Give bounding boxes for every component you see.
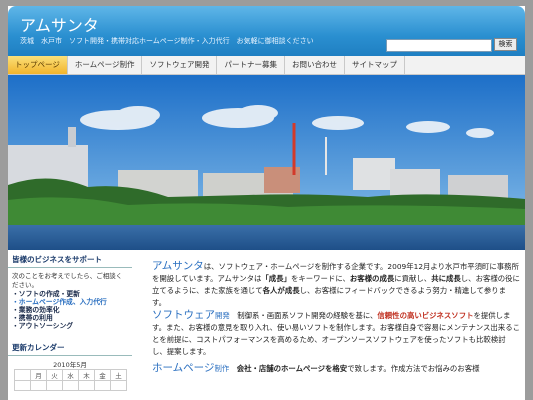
calendar-cell — [14, 380, 31, 391]
calendar-weekday: 金 — [94, 369, 111, 381]
search-input[interactable] — [386, 39, 492, 52]
nav-item-partner[interactable]: パートナー募集 — [217, 56, 285, 74]
nav-item-contact[interactable]: お問い合わせ — [285, 56, 345, 74]
calendar-table: 月 火 水 木 金 土 — [14, 369, 127, 391]
sidebar-service-item: ・業務の効率化 — [12, 306, 60, 314]
calendar-cell — [78, 380, 95, 391]
nav-item-sitemap[interactable]: サイトマップ — [345, 56, 405, 74]
sidebar-service-item: ・携帯の利用 — [12, 314, 53, 322]
calendar-cell — [110, 380, 127, 391]
nav-item-homepage[interactable]: ホームページ制作 — [68, 56, 143, 74]
site-tagline: 茨城 水戸市 ソフト開発・携帯対応ホームページ制作・入力代行 お気軽に御相談くだ… — [20, 37, 314, 45]
sidebar-intro: 次のことをお考えでしたら、ご相談ください。 — [12, 272, 123, 289]
nav-item-top[interactable]: トップページ — [8, 56, 68, 74]
calendar-cell — [30, 380, 47, 391]
main-content: アムサンタは、ソフトウェア・ホームページを制作する企業です。2009年12月より… — [152, 260, 520, 400]
sidebar-service-item: ・アウトソーシング — [12, 322, 74, 330]
calendar-cell — [94, 380, 111, 391]
site-header: アムサンタ 茨城 水戸市 ソフト開発・携帯対応ホームページ制作・入力代行 お気軽… — [8, 6, 525, 56]
homepage-heading[interactable]: ホームページ — [152, 362, 214, 374]
software-heading[interactable]: ソフトウェア — [152, 309, 215, 321]
calendar-month: 2010年5月 — [53, 361, 87, 369]
calendar-weekday: 水 — [62, 369, 79, 381]
intro-paragraph: アムサンタは、ソフトウェア・ホームページを制作する企業です。2009年12月より… — [152, 260, 520, 307]
homepage-paragraph: ホームページ制作 会社・店舗のホームページを格安で致します。作成方法でお悩みのお… — [152, 362, 480, 374]
sidebar-service-list: ・ソフトの作成・更新 ・ホームページ作成、入力代行 ・業務の効率化 ・携帯の利用… — [8, 290, 132, 330]
calendar-weekday: 月 — [30, 369, 47, 381]
nav-item-software[interactable]: ソフトウェア開発 — [142, 56, 218, 74]
calendar-weekday — [14, 369, 31, 381]
calendar-weekday: 土 — [110, 369, 127, 381]
search-button[interactable]: 検索 — [494, 38, 517, 51]
sidebar-service-item: ・ソフトの作成・更新 — [12, 290, 80, 298]
software-paragraph: ソフトウェア開発 制御系・画面系ソフト開発の経験を基に、信頼性の高いビジネスソフ… — [152, 309, 520, 356]
sidebar-heading: 皆様のビジネスをサポート — [8, 252, 132, 268]
calendar-cell — [46, 380, 63, 391]
sidebar-service-item[interactable]: ・ホームページ作成、入力代行 — [12, 298, 128, 306]
page: アムサンタ 茨城 水戸市 ソフト開発・携帯対応ホームページ制作・入力代行 お気軽… — [8, 6, 525, 400]
calendar-weekday: 火 — [46, 369, 63, 381]
site-title[interactable]: アムサンタ — [20, 17, 99, 35]
main-nav: トップページ ホームページ制作 ソフトウェア開発 パートナー募集 お問い合わせ … — [8, 56, 525, 75]
calendar-cell — [62, 380, 79, 391]
calendar-heading: 更新カレンダー — [8, 340, 132, 356]
hero-image — [8, 75, 525, 250]
sidebar: 皆様のビジネスをサポート 次のことをお考えでしたら、ご相談ください。 ・ソフトの… — [8, 252, 132, 400]
company-name: アムサンタ — [152, 260, 204, 272]
calendar-weekday: 木 — [78, 369, 95, 381]
